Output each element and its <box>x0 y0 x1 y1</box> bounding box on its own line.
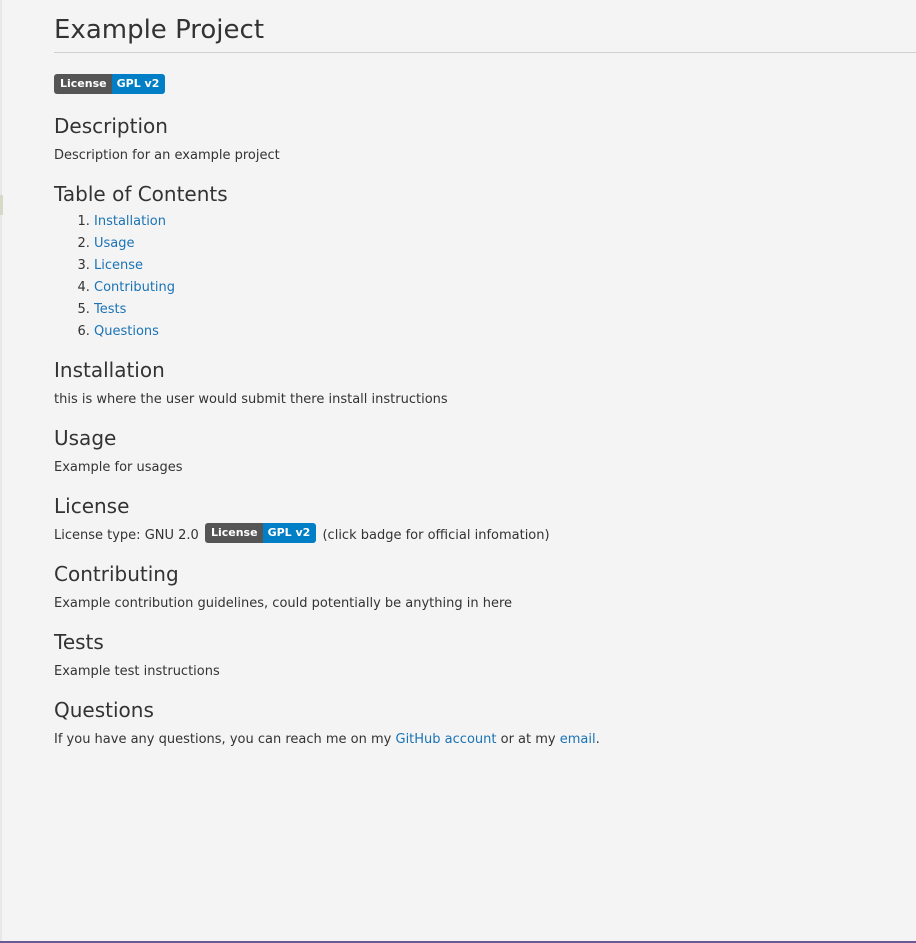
toc-heading: Table of Contents <box>54 182 228 206</box>
installation-heading: Installation <box>54 358 165 382</box>
toc-item: Tests <box>94 299 916 321</box>
email-link[interactable]: email <box>560 732 596 747</box>
license-badge[interactable]: License GPL v2 <box>54 73 166 94</box>
toc-link-questions[interactable]: Questions <box>94 324 159 339</box>
readme-page: Example Project License GPL v2 Descriptio… <box>54 0 916 751</box>
toc-link-license[interactable]: License <box>94 258 143 273</box>
toc-item: Questions <box>94 321 916 343</box>
github-account-link[interactable]: GitHub account <box>396 732 497 747</box>
license-inline-badge-value: GPL v2 <box>262 522 317 543</box>
toc-link-contributing[interactable]: Contributing <box>94 280 175 295</box>
contributing-text: Example contribution guidelines, could p… <box>54 596 513 611</box>
license-heading: License <box>54 494 130 518</box>
installation-text: this is where the user would submit ther… <box>54 392 448 407</box>
tests-text: Example test instructions <box>54 664 220 679</box>
toc-list: Installation Usage License Contributing … <box>54 211 916 343</box>
toc-item: Usage <box>94 233 916 255</box>
tests-heading: Tests <box>54 630 104 654</box>
questions-text: If you have any questions, you can reach… <box>54 729 916 751</box>
license-badge-value: GPL v2 <box>111 73 166 94</box>
header-badge-row: License GPL v2 <box>54 73 916 94</box>
questions-heading: Questions <box>54 698 154 722</box>
toc-item: License <box>94 255 916 277</box>
toc-item: Installation <box>94 211 916 233</box>
description-heading: Description <box>54 114 168 138</box>
toc-link-installation[interactable]: Installation <box>94 214 166 229</box>
usage-heading: Usage <box>54 426 117 450</box>
license-type-text: License type: GNU 2.0 <box>54 528 199 543</box>
tests-section: Tests Example test instructions <box>54 629 916 683</box>
usage-text: Example for usages <box>54 460 183 475</box>
left-edge-marker <box>0 195 3 215</box>
page-title: Example Project <box>54 14 916 53</box>
questions-middle: or at my <box>500 732 556 747</box>
license-badge-label: License <box>54 73 112 94</box>
license-inline-badge-label: License <box>204 522 263 543</box>
questions-end: . <box>595 732 600 747</box>
description-text: Description for an example project <box>54 148 280 163</box>
contributing-section: Contributing Example contribution guidel… <box>54 561 916 615</box>
license-section: License License type: GNU 2.0 License GPL… <box>54 493 916 547</box>
description-section: Description Description for an example p… <box>54 113 916 167</box>
toc-link-usage[interactable]: Usage <box>94 236 135 251</box>
installation-section: Installation this is where the user woul… <box>54 357 916 411</box>
toc-item: Contributing <box>94 277 916 299</box>
left-gutter <box>0 0 2 941</box>
contributing-heading: Contributing <box>54 562 179 586</box>
license-line: License type: GNU 2.0 License GPL v2 (cli… <box>54 522 916 547</box>
questions-section: Questions If you have any questions, you… <box>54 697 916 751</box>
toc-link-tests[interactable]: Tests <box>94 302 126 317</box>
license-inline-badge[interactable]: License GPL v2 <box>204 522 317 543</box>
usage-section: Usage Example for usages <box>54 425 916 479</box>
questions-prefix: If you have any questions, you can reach… <box>54 732 392 747</box>
toc-section: Table of Contents Installation Usage Lic… <box>54 181 916 343</box>
license-note-text: (click badge for official infomation) <box>322 528 550 543</box>
